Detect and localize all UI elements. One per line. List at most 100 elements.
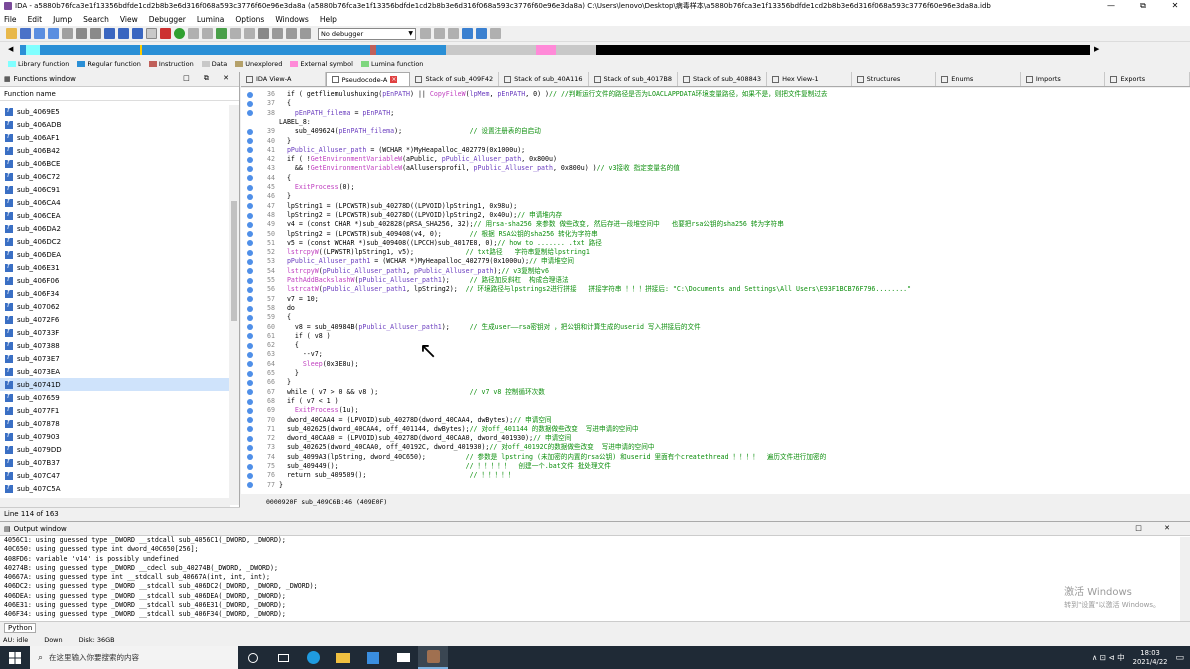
function-list-item[interactable]: sub_406F06	[0, 274, 230, 287]
tab-structures[interactable]: Structures	[852, 72, 937, 86]
taskbar-search[interactable]: ⌕ 在这里输入你要搜索的内容	[30, 646, 238, 669]
function-list-item[interactable]: sub_406DC2	[0, 235, 230, 248]
code-line[interactable]: 48 lpString2 = (LPCWSTR)sub_40278D((LPVO…	[261, 211, 562, 220]
breakpoint-dot-icon[interactable]	[247, 110, 253, 117]
breakpoint-dot-icon[interactable]	[247, 333, 253, 340]
function-list-item[interactable]: sub_4073E7	[0, 352, 230, 365]
function-list-item[interactable]: sub_406CEA	[0, 209, 230, 222]
breakpoint-dot-icon[interactable]	[247, 91, 253, 98]
function-list-item[interactable]: sub_40733F	[0, 326, 230, 339]
breakpoint-dot-icon[interactable]	[247, 166, 253, 172]
maximize-button[interactable]: ⧉	[1128, 0, 1158, 12]
tab-stack-of-sub-40a116[interactable]: Stack of sub_40A116	[499, 72, 589, 86]
function-list-item[interactable]: sub_406B42	[0, 144, 230, 157]
function-list-item[interactable]: sub_407062	[0, 300, 230, 313]
start-button[interactable]	[0, 646, 30, 669]
tool-icon[interactable]	[118, 28, 129, 39]
code-line[interactable]: 62 {	[261, 341, 299, 350]
breakpoint-dot-icon[interactable]	[247, 314, 253, 321]
breakpoint-dot-icon[interactable]	[247, 147, 253, 154]
menu-debugger[interactable]: Debugger	[149, 15, 186, 24]
back-icon[interactable]	[34, 28, 45, 39]
tool-icon[interactable]	[434, 28, 445, 39]
tool-icon[interactable]	[420, 28, 431, 39]
breakpoint-dot-icon[interactable]	[247, 240, 253, 247]
code-line[interactable]: 73 sub_402625(dword_40CAA0, off_40192C, …	[261, 443, 654, 452]
nav-left-arrow-icon[interactable]: ◀	[8, 45, 13, 53]
breakpoint-dot-icon[interactable]	[247, 277, 253, 284]
download-icon[interactable]	[104, 28, 115, 39]
code-line[interactable]: 60 v8 = sub_40984B(pPublic_Alluser_path1…	[261, 323, 701, 332]
ida-taskbar-icon[interactable]	[418, 646, 448, 669]
tool-icon[interactable]	[188, 28, 199, 39]
function-list-item[interactable]: sub_406C91	[0, 183, 230, 196]
code-line[interactable]: 68 if ( v7 < 1 )	[261, 397, 339, 406]
code-line[interactable]: 63 --v7;	[261, 350, 323, 359]
explorer-icon[interactable]	[328, 646, 358, 669]
breakpoint-dot-icon[interactable]	[247, 463, 253, 470]
tool-icon[interactable]	[476, 28, 487, 39]
code-line[interactable]: 52 lstrcpyW((LPWSTR)lpString1, v5); // t…	[261, 248, 590, 257]
pause-icon[interactable]	[286, 28, 297, 39]
function-name-column-header[interactable]: Function name	[0, 87, 239, 101]
pseudocode-view[interactable]: 36 if ( getfliemulushuxing(pEnPATH) || C…	[241, 88, 1190, 494]
notification-icon[interactable]: ▭	[1175, 653, 1184, 663]
code-line[interactable]: 69 ExitProcess(1u);	[261, 406, 358, 415]
breakpoint-dot-icon[interactable]	[247, 342, 253, 349]
tab-stack-of-sub-4017b8[interactable]: Stack of sub_4017B8	[589, 72, 678, 86]
breakpoint-dot-icon[interactable]	[247, 435, 253, 442]
menu-lumina[interactable]: Lumina	[197, 15, 225, 24]
code-line[interactable]: 43 && !GetEnvironmentVariableW(aAllusers…	[261, 164, 680, 173]
code-line[interactable]: 66 }	[261, 378, 291, 387]
tool-icon[interactable]	[160, 28, 171, 39]
minimize-button[interactable]: —	[1096, 0, 1126, 12]
code-line[interactable]: 75 sub_409449(); // ！！！！！ 创建一个.bat文件 批处理…	[261, 462, 611, 471]
code-line[interactable]: 50 lpString2 = (LPCWSTR)sub_409408(v4, 0…	[261, 230, 598, 239]
code-hscrollbar[interactable]	[262, 510, 1190, 519]
save-icon[interactable]	[20, 28, 31, 39]
code-line[interactable]: 57 v7 = 10;	[261, 295, 319, 304]
function-list-item[interactable]: sub_406AF1	[0, 131, 230, 144]
code-line[interactable]: 58 do	[261, 304, 295, 313]
task-view-icon[interactable]	[268, 646, 298, 669]
close-tool-icon[interactable]	[258, 28, 269, 39]
breakpoint-dot-icon[interactable]	[247, 389, 253, 396]
tool-icon[interactable]	[216, 28, 227, 39]
clock[interactable]: 18:03 2021/4/22	[1133, 649, 1168, 667]
breakpoint-dot-icon[interactable]	[247, 100, 253, 107]
code-line[interactable]: 36 if ( getfliemulushuxing(pEnPATH) || C…	[261, 90, 827, 99]
breakpoint-dot-icon[interactable]	[247, 398, 253, 405]
breakpoint-dot-icon[interactable]	[247, 454, 253, 461]
tab-stack-of-sub-409f42[interactable]: Stack of sub_409F42	[410, 72, 500, 86]
navigation-bar[interactable]	[20, 45, 1090, 55]
tab-ida-view-a[interactable]: IDA View-A	[241, 72, 326, 86]
menu-search[interactable]: Search	[83, 15, 109, 24]
breakpoint-dot-icon[interactable]	[247, 193, 253, 200]
function-list-item[interactable]: sub_40741D	[0, 378, 230, 391]
tray-icons[interactable]: ∧ ⊡ ⊲ 中	[1092, 652, 1125, 663]
function-list-item[interactable]: sub_4072F6	[0, 313, 230, 326]
close-button[interactable]: ✕	[1160, 0, 1190, 12]
pane-controls[interactable]: □ ⧉ ✕	[183, 74, 235, 83]
tab-stack-of-sub-408843[interactable]: Stack of sub_408843	[678, 72, 768, 86]
tab-exports[interactable]: Exports	[1105, 72, 1190, 86]
cortana-icon[interactable]	[238, 646, 268, 669]
mail-icon[interactable]	[388, 646, 418, 669]
code-line[interactable]: 77}	[261, 481, 283, 490]
breakpoint-dot-icon[interactable]	[247, 352, 253, 358]
function-list-item[interactable]: sub_406F34	[0, 287, 230, 300]
function-list-item[interactable]: sub_407903	[0, 430, 230, 443]
stop-icon[interactable]	[300, 28, 311, 39]
function-list-item[interactable]: sub_406CA4	[0, 196, 230, 209]
tool-icon[interactable]	[90, 28, 101, 39]
function-list-item[interactable]: sub_406ADB	[0, 118, 230, 131]
tool-icon[interactable]	[76, 28, 87, 39]
function-list-item[interactable]: sub_407388	[0, 339, 230, 352]
breakpoint-dot-icon[interactable]	[247, 296, 253, 303]
function-list-item[interactable]: sub_406E31	[0, 261, 230, 274]
breakpoint-dot-icon[interactable]	[247, 324, 253, 331]
breakpoint-dot-icon[interactable]	[247, 426, 253, 433]
menu-view[interactable]: View	[120, 15, 138, 24]
code-line[interactable]: 42 if ( !GetEnvironmentVariableW(aPublic…	[261, 155, 557, 164]
code-line[interactable]: 46 }	[261, 192, 291, 201]
